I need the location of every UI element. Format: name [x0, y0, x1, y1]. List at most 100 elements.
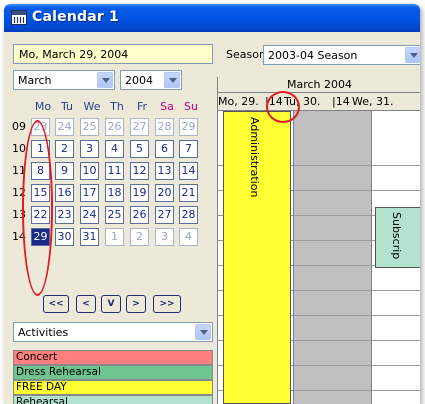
- week-number: 10: [12, 142, 26, 155]
- day-cell[interactable]: 27: [130, 118, 149, 136]
- week-number: 13: [12, 208, 26, 221]
- calendar-window: Calendar 1 Mo, March 29, 2004 March 2004…: [4, 4, 420, 404]
- day-cell[interactable]: 4: [179, 228, 198, 246]
- weekday-label: Sa: [160, 100, 174, 113]
- schedule-month-title: March 2004: [218, 77, 420, 93]
- day-cell[interactable]: 22: [31, 206, 50, 224]
- weekday-label: Tu: [60, 100, 74, 113]
- activities-select-value: Activities: [18, 326, 69, 339]
- prev-month-button[interactable]: <: [76, 295, 96, 313]
- year-select[interactable]: 2004: [120, 70, 182, 90]
- chevron-down-icon[interactable]: [97, 72, 113, 88]
- day-cell[interactable]: 4: [105, 140, 124, 158]
- day-cell[interactable]: 11: [105, 162, 124, 180]
- next-month-button[interactable]: >: [126, 295, 146, 313]
- weekday-label: Su: [184, 100, 198, 113]
- weekday-label: Fr: [136, 100, 148, 113]
- activity-dress-rehearsal[interactable]: Dress Rehearsal: [13, 365, 213, 380]
- day-cell[interactable]: 12: [130, 162, 149, 180]
- day-cell[interactable]: 2: [130, 228, 149, 246]
- day-cell[interactable]: 19: [130, 184, 149, 202]
- activities-select[interactable]: Activities: [13, 322, 213, 342]
- activity-rehearsal[interactable]: Rehearsal: [13, 395, 213, 404]
- day-header-tu[interactable]: Tu, 30.: [284, 93, 321, 110]
- day-cell[interactable]: 13: [155, 162, 174, 180]
- day-cell[interactable]: 30: [55, 228, 74, 246]
- day-cell[interactable]: 16: [55, 184, 74, 202]
- day-cell[interactable]: 26: [105, 118, 124, 136]
- weekday-label: Mo: [34, 100, 52, 113]
- day-cell[interactable]: 27: [155, 206, 174, 224]
- activity-concert[interactable]: Concert: [13, 350, 213, 365]
- chevron-down-icon[interactable]: [164, 72, 180, 88]
- day-cell[interactable]: 25: [105, 206, 124, 224]
- day-cell[interactable]: 9: [55, 162, 74, 180]
- day-cell[interactable]: 3: [155, 228, 174, 246]
- day-cell[interactable]: 10: [80, 162, 99, 180]
- schedule-day-header: Mo, 29. |14 Tu, 30. |14 We, 31.: [218, 93, 420, 111]
- window-title: Calendar 1: [32, 9, 119, 25]
- day-cell[interactable]: 20: [155, 184, 174, 202]
- day-cell[interactable]: 31: [80, 228, 99, 246]
- day-cell[interactable]: 25: [80, 118, 99, 136]
- event-label: Administration: [248, 117, 261, 198]
- day-cell[interactable]: 1: [31, 140, 50, 158]
- day-cell[interactable]: 14: [179, 162, 198, 180]
- day-cell[interactable]: 1: [105, 228, 124, 246]
- day-header-mo[interactable]: Mo, 29.: [218, 93, 259, 110]
- year-select-value: 2004: [125, 74, 153, 87]
- day-cell[interactable]: 26: [130, 206, 149, 224]
- day-cell[interactable]: 18: [105, 184, 124, 202]
- day-cell[interactable]: 6: [155, 140, 174, 158]
- client-area: Mo, March 29, 2004 March 2004 Mo Tu We T…: [10, 32, 420, 404]
- title-bar[interactable]: Calendar 1: [4, 4, 420, 32]
- weekday-label: We: [83, 100, 101, 113]
- selected-date-field[interactable]: Mo, March 29, 2004: [13, 44, 213, 64]
- weekday-label: Th: [110, 100, 124, 113]
- prev-year-button[interactable]: <<: [43, 295, 69, 313]
- week-number: 14: [12, 230, 26, 243]
- day-cell[interactable]: 8: [31, 162, 50, 180]
- week-number: 11: [12, 164, 26, 177]
- activities-list: Concert Dress Rehearsal FREE DAY Rehears…: [13, 350, 213, 404]
- day-cell[interactable]: 17: [80, 184, 99, 202]
- day-cell[interactable]: 23: [55, 206, 74, 224]
- weekday-header: Mo Tu We Th Fr Sa Su: [31, 100, 211, 114]
- season-select[interactable]: 2003-04 Season: [263, 45, 420, 65]
- schedule-view[interactable]: March 2004 Mo, 29. |14 Tu, 30. |14 We, 3…: [217, 77, 420, 404]
- month-select-value: March: [18, 74, 52, 87]
- day-cell[interactable]: 24: [55, 118, 74, 136]
- event-subscription[interactable]: Subscrip: [375, 207, 420, 268]
- activity-free-day[interactable]: FREE DAY: [13, 380, 213, 395]
- week-number: 12: [12, 186, 26, 199]
- day-cell[interactable]: 2: [55, 140, 74, 158]
- event-administration[interactable]: Administration: [223, 111, 291, 404]
- day-cell[interactable]: 29: [31, 228, 50, 246]
- chevron-down-icon[interactable]: [195, 324, 211, 340]
- calendar-icon: [11, 10, 27, 25]
- season-label: Season: [226, 48, 266, 61]
- day-cell[interactable]: 21: [179, 184, 198, 202]
- next-year-button[interactable]: >>: [153, 295, 181, 313]
- day-header-time: |14: [265, 95, 283, 108]
- unavailable-column: [293, 111, 371, 404]
- day-cell[interactable]: 23: [31, 118, 50, 136]
- event-label: Subscrip: [390, 212, 403, 260]
- day-cell[interactable]: 15: [31, 184, 50, 202]
- day-cell[interactable]: 7: [179, 140, 198, 158]
- day-header-we[interactable]: We, 31.: [352, 93, 394, 110]
- column-divider: [371, 111, 372, 404]
- week-number: 09: [12, 120, 26, 133]
- day-cell[interactable]: 5: [130, 140, 149, 158]
- day-header-time: |14: [332, 95, 350, 108]
- chevron-down-icon[interactable]: [405, 47, 420, 63]
- column-divider: [293, 111, 294, 404]
- day-cell[interactable]: 24: [80, 206, 99, 224]
- day-cell[interactable]: 3: [80, 140, 99, 158]
- season-select-value: 2003-04 Season: [268, 49, 358, 62]
- month-select[interactable]: March: [13, 70, 115, 90]
- day-cell[interactable]: 28: [179, 206, 198, 224]
- day-cell[interactable]: 28: [155, 118, 174, 136]
- day-cell[interactable]: 29: [179, 118, 198, 136]
- today-button[interactable]: V: [101, 295, 121, 313]
